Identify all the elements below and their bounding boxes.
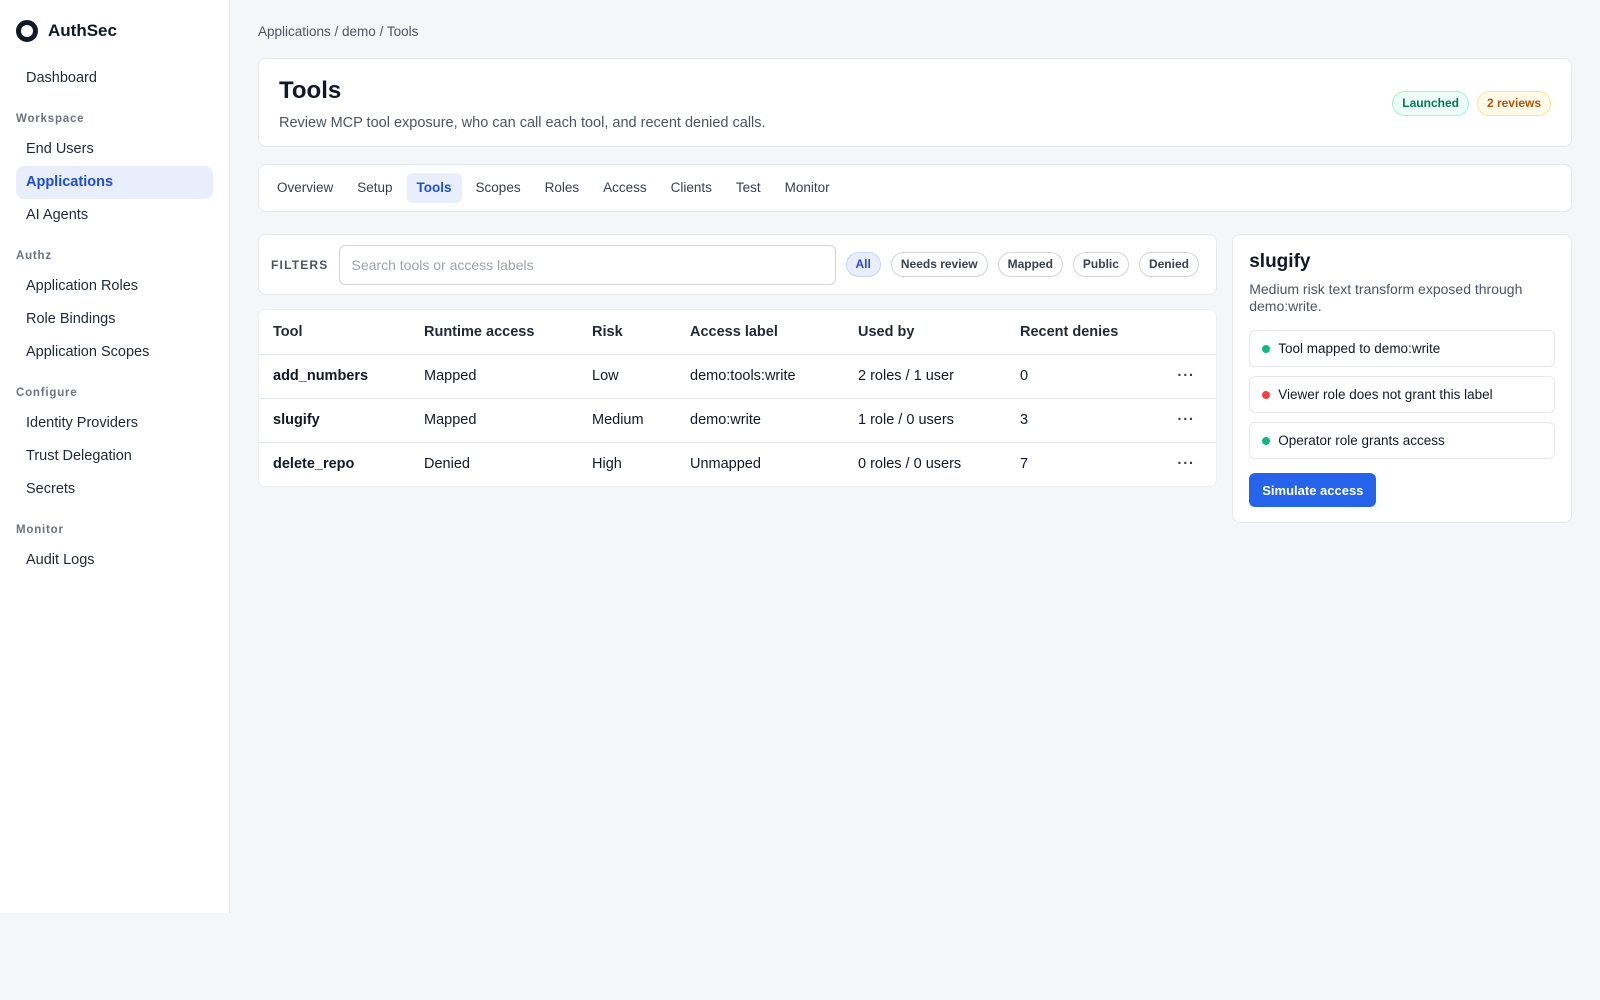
access-check-item: Operator role grants access xyxy=(1249,422,1555,459)
column-header-recent-denies[interactable]: Recent denies xyxy=(1006,310,1156,355)
tab-overview[interactable]: Overview xyxy=(267,173,343,203)
launched-badge: Launched xyxy=(1392,91,1469,116)
tool-name-cell[interactable]: add_numbers xyxy=(259,354,410,399)
tab-monitor[interactable]: Monitor xyxy=(775,173,840,203)
tab-access[interactable]: Access xyxy=(593,173,657,203)
row-more-menu-icon[interactable]: ··· xyxy=(1156,398,1217,443)
brand[interactable]: AuthSec xyxy=(16,0,213,62)
tools-column: FILTERS All Needs review Mapped Public D… xyxy=(258,234,1218,523)
access-check-text: Viewer role does not grant this label xyxy=(1278,387,1493,402)
sidebar-item-applications[interactable]: Applications xyxy=(16,166,213,199)
page-title: Tools xyxy=(279,77,342,104)
reviews-badge[interactable]: 2 reviews xyxy=(1476,91,1551,116)
status-badges: Launched 2 reviews xyxy=(1392,91,1551,116)
tab-test[interactable]: Test xyxy=(726,173,771,203)
filter-chip-needs-review[interactable]: Needs review xyxy=(890,252,988,277)
page-subtitle: Review MCP tool exposure, who can call e… xyxy=(279,115,766,131)
recent-denies-cell: 7 xyxy=(1020,456,1029,473)
recent-denies-cell: 0 xyxy=(1006,354,1156,399)
table-row[interactable]: add_numbers Mapped Low demo:tools:write … xyxy=(259,354,1217,399)
row-more-menu-icon[interactable]: ··· xyxy=(1156,442,1216,486)
risk-cell: High xyxy=(592,456,622,473)
sidebar: AuthSec Dashboard Workspace End Users Ap… xyxy=(0,0,230,913)
sidebar-item-trust-delegation[interactable]: Trust Delegation xyxy=(16,440,213,473)
simulate-access-button[interactable]: Simulate access xyxy=(1249,473,1377,507)
tools-table-card: Tool Runtime access Risk Access label Us… xyxy=(258,309,1218,487)
sidebar-item-secrets[interactable]: Secrets xyxy=(16,473,213,506)
row-more-menu-icon[interactable]: ··· xyxy=(1156,354,1217,399)
page-header: Tools Review MCP tool exposure, who can … xyxy=(258,58,1572,147)
filter-chip-denied[interactable]: Denied xyxy=(1138,252,1199,277)
used-by-cell: 0 roles / 0 users xyxy=(858,456,962,473)
sidebar-nav: Dashboard Workspace End Users Applicatio… xyxy=(16,62,213,577)
access-label-cell: demo:tools:write xyxy=(676,354,844,399)
access-check-text: Operator role grants access xyxy=(1278,433,1445,448)
used-by-cell: 1 role / 0 users xyxy=(844,398,1006,443)
filters-label: FILTERS xyxy=(271,257,329,272)
sidebar-section-title: Workspace xyxy=(16,113,85,125)
column-header-access-label[interactable]: Access label xyxy=(676,310,844,355)
search-input[interactable] xyxy=(338,244,836,285)
table-row[interactable]: delete_repo Denied High Unmapped 0 roles… xyxy=(259,442,1216,486)
logo-icon xyxy=(16,20,38,42)
status-ok-icon xyxy=(1262,436,1271,445)
used-by-cell: 2 roles / 1 user xyxy=(844,354,1006,399)
column-header-risk[interactable]: Risk xyxy=(578,310,676,355)
recent-denies-cell: 3 xyxy=(1006,398,1156,443)
table-header-row: Tool Runtime access Risk Access label Us… xyxy=(259,310,1217,355)
column-header-runtime-access[interactable]: Runtime access xyxy=(410,310,578,355)
tool-name-cell[interactable]: delete_repo xyxy=(259,442,410,486)
sidebar-item-application-roles[interactable]: Application Roles xyxy=(16,270,213,303)
column-header-used-by[interactable]: Used by xyxy=(844,310,1006,355)
brand-name: AuthSec xyxy=(48,21,117,40)
tab-setup[interactable]: Setup xyxy=(347,173,402,203)
sidebar-item-dashboard[interactable]: Dashboard xyxy=(16,62,213,95)
access-check-text: Tool mapped to demo:write xyxy=(1278,341,1441,356)
access-label-cell: demo:write xyxy=(676,398,844,443)
tools-table: Tool Runtime access Risk Access label Us… xyxy=(259,310,1217,486)
main-content: Applications / demo / Tools Tools Review… xyxy=(258,0,1572,523)
tab-roles[interactable]: Roles xyxy=(535,173,590,203)
sidebar-item-end-users[interactable]: End Users xyxy=(16,133,213,166)
risk-cell: Medium xyxy=(578,398,676,443)
runtime-access-cell: Mapped xyxy=(410,398,578,443)
sidebar-item-audit-logs[interactable]: Audit Logs xyxy=(16,544,213,577)
access-check-item: Tool mapped to demo:write xyxy=(1249,330,1555,367)
tool-detail-panel: slugify Medium risk text transform expos… xyxy=(1232,234,1572,523)
content-row: FILTERS All Needs review Mapped Public D… xyxy=(258,234,1572,523)
column-header-actions xyxy=(1156,310,1217,355)
status-ok-icon xyxy=(1262,344,1271,353)
filter-chip-mapped[interactable]: Mapped xyxy=(997,252,1063,277)
sidebar-section-title: Authz xyxy=(16,250,52,262)
risk-cell: Low xyxy=(578,354,676,399)
filter-chips: All Needs review Mapped Public Denied xyxy=(845,252,1199,277)
status-fail-icon xyxy=(1262,390,1271,399)
breadcrumb[interactable]: Applications / demo / Tools xyxy=(258,0,1572,58)
table-row[interactable]: slugify Mapped Medium demo:write 1 role … xyxy=(259,398,1217,443)
sidebar-item-application-scopes[interactable]: Application Scopes xyxy=(16,336,213,369)
panel-description: Medium risk text transform exposed throu… xyxy=(1249,281,1523,314)
tab-bar: Overview Setup Tools Scopes Roles Access… xyxy=(258,164,1572,212)
access-label-cell: Unmapped xyxy=(690,456,761,473)
tab-tools[interactable]: Tools xyxy=(406,173,462,203)
filter-chip-all[interactable]: All xyxy=(845,252,881,277)
sidebar-item-identity-providers[interactable]: Identity Providers xyxy=(16,407,213,440)
panel-title: slugify xyxy=(1249,251,1311,272)
tool-name-cell[interactable]: slugify xyxy=(259,398,410,443)
filter-chip-public[interactable]: Public xyxy=(1072,252,1129,277)
access-check-item: Viewer role does not grant this label xyxy=(1249,376,1555,413)
tab-scopes[interactable]: Scopes xyxy=(466,173,531,203)
tab-clients[interactable]: Clients xyxy=(661,173,722,203)
sidebar-item-role-bindings[interactable]: Role Bindings xyxy=(16,303,213,336)
sidebar-item-ai-agents[interactable]: AI Agents xyxy=(16,199,213,232)
sidebar-section-title: Monitor xyxy=(16,524,64,536)
runtime-access-cell: Denied xyxy=(424,456,470,473)
column-header-tool[interactable]: Tool xyxy=(259,310,410,355)
filters-bar: FILTERS All Needs review Mapped Public D… xyxy=(258,234,1218,295)
sidebar-section-title: Configure xyxy=(16,387,78,399)
runtime-access-cell: Mapped xyxy=(410,354,578,399)
